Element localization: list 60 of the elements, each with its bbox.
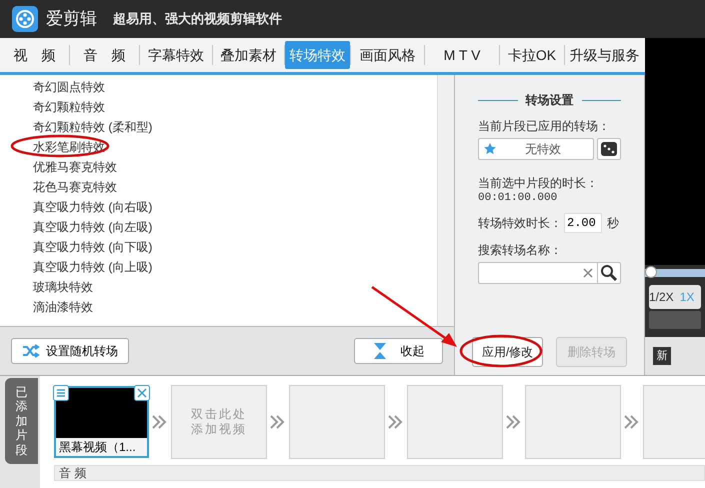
audio-label: 音 频 — [59, 465, 86, 482]
effect-item[interactable]: 滴油漆特效 — [33, 297, 437, 317]
add-video-hint: 双击此处 — [191, 407, 247, 422]
effect-item[interactable]: 奇幻颗粒特效 — [33, 97, 437, 117]
close-icon[interactable] — [134, 385, 150, 401]
effect-item[interactable]: 真空吸力特效 (向右吸) — [33, 197, 437, 217]
collapse-button[interactable]: 收起 — [354, 338, 443, 364]
effect-item[interactable]: 玻璃块特效 — [33, 277, 437, 297]
effect-item[interactable]: 优雅马赛克特效 — [33, 157, 437, 177]
clip-duration-value: 00:01:00.000 — [478, 192, 558, 205]
tab[interactable]: 卡拉OK — [500, 41, 564, 69]
side-tab[interactable]: 已添加片段 — [5, 378, 38, 464]
side-tab-label: 已添加片段 — [16, 385, 28, 457]
tab[interactable]: 画面风格 — [351, 41, 424, 69]
effect-item[interactable]: 真空吸力特效 (向下吸) — [33, 237, 437, 257]
shuffle-icon — [22, 344, 40, 358]
clip-duration-label: 当前选中片段的时长： — [478, 175, 599, 192]
star-icon — [483, 142, 497, 156]
video-clip[interactable]: 黑幕视频（1... — [54, 386, 149, 458]
search-field[interactable] — [478, 262, 621, 284]
effect-item[interactable]: 奇幻颗粒特效 (柔和型) — [33, 117, 437, 137]
search-label: 搜索转场名称： — [478, 242, 563, 259]
tab[interactable]: 视 频 — [0, 41, 69, 69]
random-transition-button[interactable]: 设置随机转场 — [11, 338, 129, 364]
tab[interactable]: M T V — [425, 41, 499, 69]
tab[interactable]: 叠加素材 — [213, 41, 284, 69]
tab[interactable]: 升级与服务 — [565, 41, 644, 69]
panel-title: 转场设置 — [526, 92, 574, 109]
dice-icon — [600, 141, 618, 157]
applied-label: 当前片段已应用的转场： — [478, 118, 611, 135]
tab[interactable]: 音 频 — [70, 41, 139, 69]
app-name: 爱剪辑 — [46, 8, 97, 30]
collapse-icon — [372, 342, 386, 360]
effect-item[interactable]: 真空吸力特效 (向左吸) — [33, 217, 437, 237]
add-video-hint: 添加视频 — [191, 422, 247, 437]
progress-track[interactable] — [645, 269, 705, 277]
effect-item[interactable]: 奇幻圆点特效 — [33, 77, 437, 97]
effect-duration-field[interactable]: 2.00 — [564, 213, 602, 233]
chevron-icon — [506, 415, 522, 429]
app-slogan: 超易用、强大的视频剪辑软件 — [113, 10, 282, 28]
film-reel-icon — [12, 6, 38, 32]
effect-duration-label: 转场特效时长： — [478, 215, 562, 232]
clear-icon[interactable] — [583, 268, 593, 278]
scrollbar[interactable] — [437, 75, 454, 326]
progress-thumb[interactable] — [645, 266, 657, 278]
speed-option[interactable]: 1/2X — [649, 288, 674, 306]
list-icon[interactable] — [53, 385, 69, 401]
seconds-unit: 秒 — [607, 215, 619, 232]
chevron-icon — [152, 415, 168, 429]
chevron-icon — [270, 415, 286, 429]
chevron-icon — [388, 415, 404, 429]
dice-button[interactable] — [597, 138, 621, 160]
search-icon[interactable] — [600, 264, 618, 282]
effect-item[interactable]: 花色马赛克特效 — [33, 177, 437, 197]
tab[interactable]: 字幕特效 — [140, 41, 212, 69]
clip-title: 黑幕视频（1... — [56, 438, 147, 456]
effect-item[interactable]: 真空吸力特效 (向上吸) — [33, 257, 437, 277]
applied-transition-value: 无特效 — [524, 141, 562, 158]
new-button[interactable]: 新 — [653, 347, 671, 365]
chevron-icon — [624, 415, 640, 429]
